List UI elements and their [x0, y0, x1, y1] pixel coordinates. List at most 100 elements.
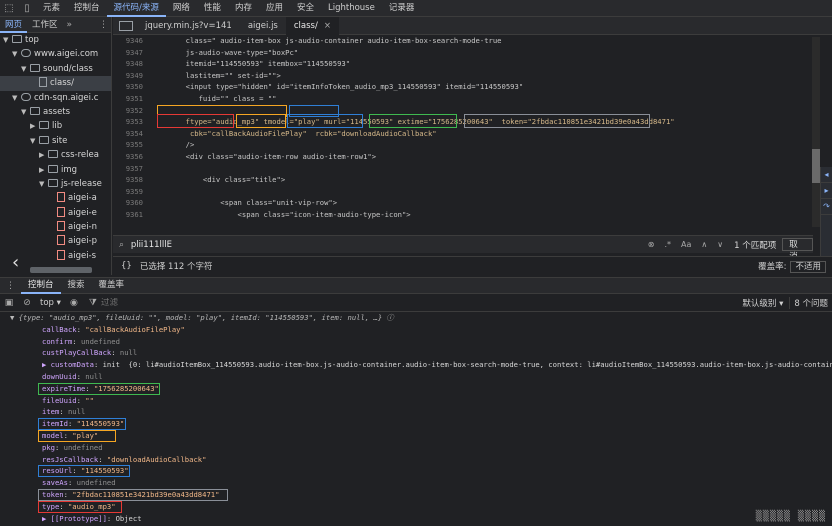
drawer-tab-search[interactable]: 搜索 [61, 277, 92, 294]
cancel-search-button[interactable]: 取消 [782, 238, 813, 262]
line-number[interactable]: 9349 [113, 70, 151, 82]
tab-workspace[interactable]: 工作区 [27, 17, 63, 33]
chevron-down-icon[interactable]: ▼ [12, 91, 21, 105]
line-number[interactable]: 9358 [113, 174, 151, 186]
tree-item[interactable]: ▼ js-release [0, 177, 111, 191]
code-line[interactable]: 9347 js-audio-wave-type="boxPc" [113, 47, 813, 59]
tree-item[interactable]: ▼ cdn-sqn.aigei.c [0, 91, 111, 105]
tab-page[interactable]: 网页 [0, 17, 28, 33]
line-number[interactable]: 9350 [113, 81, 151, 93]
code-line[interactable]: 9350 <input type="hidden" id="itemInfoTo… [113, 81, 813, 93]
console-property[interactable]: downUuid: null [0, 371, 832, 383]
console-property[interactable]: itemId: "114550593" [0, 418, 832, 431]
console-property[interactable]: model: "play" [0, 429, 832, 442]
pretty-print-icon[interactable]: {} [121, 261, 132, 271]
previous-match-icon[interactable]: ∧ [696, 240, 712, 249]
chevron-down-icon[interactable]: ▼ [39, 177, 48, 191]
line-number[interactable]: 9354 [113, 128, 151, 140]
next-match-icon[interactable]: ∨ [712, 240, 728, 249]
close-icon[interactable]: × [324, 21, 331, 31]
chevron-down-icon[interactable]: ▼ [21, 62, 30, 76]
drawer-tab-coverage[interactable]: 覆盖率 [92, 277, 132, 294]
console-property[interactable]: resoUrl: "114550593" [0, 465, 832, 478]
console-property[interactable]: custPlayCallBack: null [0, 347, 832, 359]
sidebar-toggle-icon[interactable]: ▣ [0, 298, 18, 308]
panel-tab[interactable]: 控制台 [67, 0, 107, 17]
line-number[interactable]: 9347 [113, 47, 151, 59]
search-input[interactable] [130, 239, 643, 250]
tree-item[interactable]: aigei-e [0, 206, 111, 220]
drawer-menu-icon[interactable]: ⋮ [0, 281, 21, 291]
line-number[interactable]: 9353 [113, 116, 151, 128]
panel-tab[interactable]: 应用 [259, 0, 290, 17]
navigator-scrollbar[interactable] [30, 267, 92, 273]
editor-scrollbar-thumb[interactable] [812, 149, 820, 183]
toggle-navigator-icon[interactable] [119, 20, 133, 31]
code-line[interactable]: 9351 fuid="" class = "" [113, 93, 813, 105]
tree-item[interactable]: aigei-n [0, 220, 111, 234]
code-line[interactable]: 9355 /> [113, 139, 813, 151]
log-levels-dropdown[interactable]: 默认级别 ▾ [736, 297, 789, 309]
resume-icon[interactable]: ▸ [821, 183, 832, 199]
device-toolbar-icon[interactable]: ▯ [18, 0, 36, 17]
editor-tab[interactable]: jquery.min.js?v=141 [137, 17, 240, 35]
code-line[interactable]: 9361 <span class="icon-item-audio-type-i… [113, 209, 813, 221]
console-property[interactable]: ▶ customData: init {0: li#audioItemBox_1… [0, 359, 832, 371]
console-property[interactable]: fileUuid: "" [0, 395, 832, 407]
line-number[interactable]: 9352 [113, 105, 151, 117]
code-view[interactable]: 9346 class=" audio-item-box js-audio-con… [113, 35, 813, 231]
editor-scrollbar-track[interactable] [812, 37, 820, 227]
clear-console-icon[interactable]: ⊘ [18, 298, 36, 308]
console-property[interactable]: pkg: undefined [0, 442, 832, 454]
line-number[interactable]: 9351 [113, 93, 151, 105]
editor-tab[interactable]: aigei.js [240, 17, 286, 35]
chevron-down-icon[interactable]: ▼ [3, 33, 12, 47]
match-case-toggle[interactable]: Aa [676, 240, 696, 249]
code-line[interactable]: 9360 <span class="unit-vip-row"> [113, 197, 813, 209]
clear-search-icon[interactable]: ⊗ [643, 240, 660, 249]
step-icon[interactable]: ↷ [821, 199, 832, 215]
context-selector[interactable]: top ▾ [36, 298, 65, 308]
code-line[interactable]: 9359 [113, 186, 813, 198]
line-number[interactable]: 9360 [113, 197, 151, 209]
line-number[interactable]: 9346 [113, 35, 151, 47]
console-property[interactable]: token: "2fbdac110851e3421bd39e0a43dd8471… [0, 488, 832, 501]
tree-item[interactable]: ▼ sound/class [0, 62, 111, 76]
console-property[interactable]: callBack: "callBackAudioFilePlay" [0, 324, 832, 336]
line-number[interactable]: 9359 [113, 186, 151, 198]
panel-tab[interactable]: 元素 [36, 0, 67, 17]
filter-input[interactable] [100, 297, 207, 308]
console-property[interactable]: confirm: undefined [0, 336, 832, 348]
code-line[interactable]: 9358 <div class="title"> [113, 174, 813, 186]
console-property[interactable]: expireTime: "1756285200643" [0, 382, 832, 395]
console-property[interactable]: type: "audio_mp3" [0, 500, 832, 513]
console-output[interactable]: ▼ {type: "audio_mp3", fileUuid: "", mode… [0, 312, 832, 526]
chevron-right-icon[interactable]: ▶ [30, 119, 39, 133]
panel-tab[interactable]: 记录器 [382, 0, 422, 17]
panel-tab[interactable]: 内存 [228, 0, 259, 17]
chevron-down-icon[interactable]: ▼ [21, 105, 30, 119]
tree-item[interactable]: ▶ lib [0, 119, 111, 133]
line-number[interactable]: 9355 [113, 139, 151, 151]
tree-item[interactable]: ▶ img [0, 163, 111, 177]
code-line[interactable]: 9356 <div class="audio-item-row audio-it… [113, 151, 813, 163]
panel-tab[interactable]: Lighthouse [321, 0, 382, 17]
tree-item[interactable]: class/ [0, 76, 111, 91]
tree-item[interactable]: aigei-a [0, 191, 111, 205]
inspect-element-icon[interactable]: ⬚ [0, 0, 18, 17]
tree-item[interactable]: ▼ top [0, 33, 111, 47]
eye-icon[interactable]: ◉ [65, 298, 83, 308]
code-line[interactable]: 9357 [113, 163, 813, 175]
console-object-header[interactable]: ▼ {type: "audio_mp3", fileUuid: "", mode… [0, 312, 832, 324]
expand-debugger-icon[interactable]: ◂ [821, 167, 832, 183]
chevron-left-icon[interactable]: ‹ [12, 252, 19, 273]
line-number[interactable]: 9357 [113, 163, 151, 175]
tree-item[interactable]: aigei-p [0, 234, 111, 248]
code-line[interactable]: 9353 ftype="audio_mp3" tmodel="play" mur… [113, 114, 813, 129]
panel-tab[interactable]: 源代码/来源 [106, 0, 166, 17]
panel-tab[interactable]: 安全 [290, 0, 321, 17]
panel-tab[interactable]: 性能 [197, 0, 228, 17]
issues-counter[interactable]: 8 个问题 [789, 296, 832, 309]
code-line[interactable]: 9349 lastitem="" set-id=""> [113, 70, 813, 82]
chevron-down-icon[interactable]: ▼ [12, 47, 21, 61]
